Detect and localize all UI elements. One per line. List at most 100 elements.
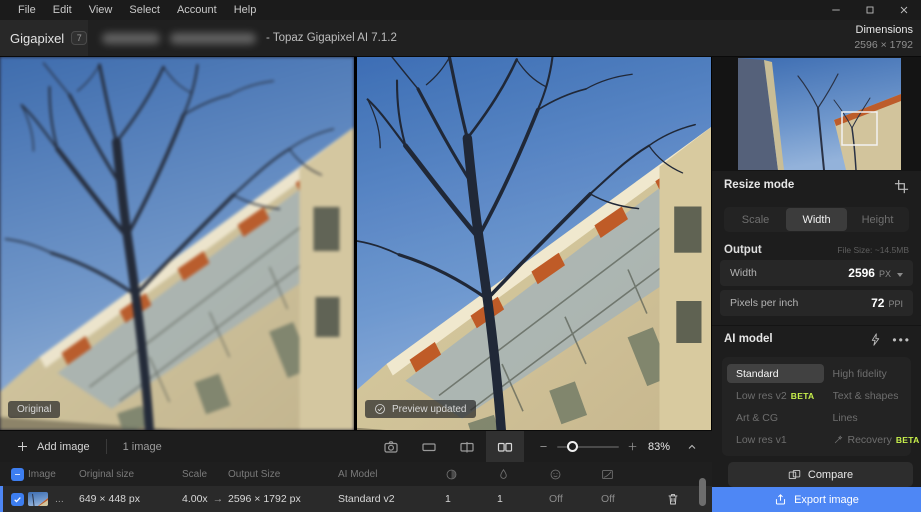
navigator-image xyxy=(738,58,901,170)
width-field-label: Width xyxy=(730,267,757,279)
row-ai-model[interactable]: Standard v2 xyxy=(338,493,445,505)
preview-updated-badge: Preview updated xyxy=(365,400,476,418)
redacted-filename xyxy=(170,32,256,44)
select-all-checkbox[interactable] xyxy=(11,467,24,481)
tab-height[interactable]: Height xyxy=(847,208,908,231)
export-image-button[interactable]: Export image xyxy=(712,487,921,512)
tab-scale[interactable]: Scale xyxy=(725,208,786,231)
original-image-pane[interactable]: Original xyxy=(0,57,354,430)
document-title: - Topaz Gigapixel AI 7.1.2 xyxy=(102,32,397,44)
model-low-res-v2[interactable]: Low res v2 BETA xyxy=(727,386,824,405)
sharpen-icon xyxy=(445,468,458,481)
model-high-fidelity[interactable]: High fidelity xyxy=(824,364,921,383)
model-standard[interactable]: Standard xyxy=(727,364,824,383)
single-view-icon xyxy=(421,439,437,455)
beta-badge: BETA xyxy=(895,434,920,445)
menu-view[interactable]: View xyxy=(89,4,113,16)
check-circle-icon xyxy=(374,403,386,415)
navigator-thumbnail[interactable] xyxy=(738,58,901,170)
app-title-suffix: - Topaz Gigapixel AI 7.1.2 xyxy=(266,32,397,44)
unit-dropdown-caret-icon[interactable] xyxy=(897,273,903,277)
image-count: 1 image xyxy=(122,440,162,453)
snapshot-camera-button[interactable] xyxy=(372,431,410,463)
app-logo-zone: Gigapixel 7 xyxy=(0,20,88,56)
maximize-button[interactable] xyxy=(853,0,887,20)
resize-mode-title: Resize mode xyxy=(724,179,795,191)
image-queue-table: Image Original size Scale Output Size AI… xyxy=(0,462,712,512)
row-scale[interactable]: 4.00x xyxy=(182,493,208,505)
right-panel: Resize mode Scale Width Height Output Fi… xyxy=(712,57,921,512)
zoom-percent[interactable]: 83% xyxy=(648,441,670,453)
row-original-size: 649 × 448 px xyxy=(79,493,141,505)
table-scrollbar[interactable] xyxy=(699,478,706,506)
menu-account[interactable]: Account xyxy=(177,4,217,16)
split-view-button[interactable] xyxy=(448,431,486,463)
width-field[interactable]: Width 2596 PX xyxy=(720,260,913,286)
minimize-button[interactable] xyxy=(819,0,853,20)
row-ellipsis: ... xyxy=(55,493,64,505)
gamma-icon xyxy=(601,468,614,481)
zoom-out-icon[interactable] xyxy=(538,441,549,452)
row-face-recovery-value[interactable]: Off xyxy=(549,493,601,505)
ppi-value[interactable]: 72 xyxy=(871,296,884,310)
camera-icon xyxy=(383,439,399,455)
zoom-slider-track[interactable] xyxy=(556,440,619,452)
model-recovery[interactable]: Recovery BETA xyxy=(824,430,921,449)
ppi-unit: PPI xyxy=(888,299,903,309)
model-lines[interactable]: Lines xyxy=(824,408,921,427)
ai-model-title: AI model xyxy=(724,333,773,345)
delete-trash-icon[interactable] xyxy=(666,492,680,506)
crop-icon[interactable] xyxy=(894,179,909,194)
toolbar-separator xyxy=(105,439,107,454)
dimensions-label: Dimensions xyxy=(855,23,913,36)
single-view-button[interactable] xyxy=(410,431,448,463)
queue-row[interactable]: ... 649 × 448 px 4.00x → 2596 × 1792 px … xyxy=(0,486,712,512)
compare-icon xyxy=(788,468,801,481)
bottom-toolbar: Add image 1 image 83% xyxy=(0,430,712,463)
row-sharpen-value[interactable]: 1 xyxy=(445,493,497,505)
beta-badge: BETA xyxy=(790,390,815,401)
more-options-icon[interactable]: ••• xyxy=(892,334,911,346)
zoom-slider xyxy=(538,440,638,452)
menu-select[interactable]: Select xyxy=(129,4,160,16)
header-image: Image xyxy=(28,468,56,480)
export-icon xyxy=(774,493,787,506)
dimensions-value: 2596 × 1792 xyxy=(854,39,913,52)
close-button[interactable] xyxy=(887,0,921,20)
zoom-menu-button[interactable] xyxy=(678,431,706,463)
preview-image-pane[interactable]: Preview updated xyxy=(357,57,711,430)
version-badge[interactable]: 7 xyxy=(71,31,88,45)
header-original-size: Original size xyxy=(79,468,135,480)
width-unit[interactable]: PX xyxy=(879,269,891,279)
preview-image xyxy=(357,57,711,430)
menu-help[interactable]: Help xyxy=(234,4,257,16)
tab-width[interactable]: Width xyxy=(786,208,847,231)
denoise-icon xyxy=(497,468,510,481)
output-label: Output xyxy=(724,244,762,256)
original-badge: Original xyxy=(8,401,61,418)
lightning-icon[interactable] xyxy=(869,333,882,346)
row-thumbnail[interactable] xyxy=(28,492,48,506)
menu-file[interactable]: File xyxy=(18,4,36,16)
menu-bar: File Edit View Select Account Help xyxy=(0,0,921,20)
menu-edit[interactable]: Edit xyxy=(53,4,72,16)
model-low-res-v1[interactable]: Low res v1 xyxy=(727,430,824,449)
compare-button[interactable]: Compare xyxy=(728,462,913,487)
header-output-size: Output Size xyxy=(228,468,281,480)
row-output-size: 2596 × 1792 px xyxy=(228,493,301,505)
add-image-button[interactable]: Add image xyxy=(0,431,106,462)
side-by-side-icon xyxy=(497,439,513,455)
navigator-zone xyxy=(712,57,921,171)
zoom-slider-knob[interactable] xyxy=(566,440,578,452)
row-denoise-value[interactable]: 1 xyxy=(497,493,549,505)
row-checkbox[interactable] xyxy=(11,492,24,506)
side-by-side-view-button[interactable] xyxy=(485,430,524,463)
zoom-in-icon[interactable] xyxy=(627,441,638,452)
model-text-shapes[interactable]: Text & shapes xyxy=(824,386,921,405)
split-view-icon xyxy=(459,439,475,455)
ppi-field[interactable]: Pixels per inch 72 PPI xyxy=(720,290,913,316)
row-gamma-value[interactable]: Off xyxy=(601,493,653,505)
redacted-filename xyxy=(102,32,160,44)
width-value[interactable]: 2596 xyxy=(848,266,875,280)
model-art-cg[interactable]: Art & CG xyxy=(727,408,824,427)
